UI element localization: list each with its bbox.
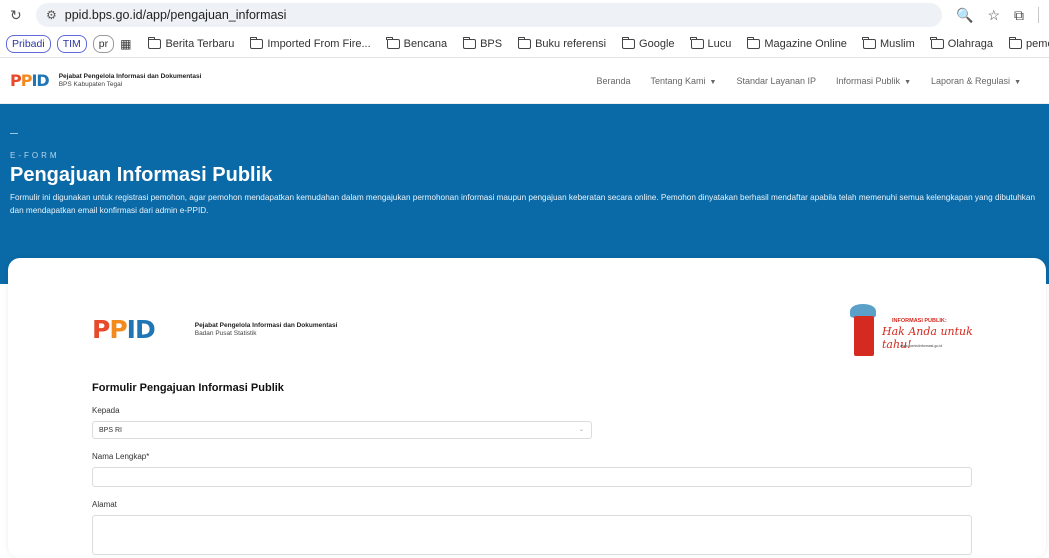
extensions-icon[interactable]: ⧉ [1014,7,1024,24]
bookmark-folder[interactable]: Magazine Online [742,36,852,50]
toolbar-divider [1038,7,1039,23]
kepada-value: BPS RI [99,426,122,434]
page-title: Pengajuan Informasi Publik [10,164,273,186]
folder-icon [621,36,636,49]
site-navbar: PPID Pejabat Pengelola Informasi dan Dok… [0,58,1049,104]
bookmark-folder[interactable]: Berita Terbaru [143,36,239,50]
folder-icon [862,36,876,49]
folder-icon [386,36,400,49]
reload-icon[interactable]: ↻ [10,7,28,24]
bookmark-chip-pribadi[interactable]: Pribadi [6,34,51,53]
apps-grid-icon[interactable]: ▦ [120,37,131,51]
informasi-publik-badge: INFORMASI PUBLIK: Hak Anda untuk tahu! w… [846,302,976,360]
site-logo[interactable]: PPID Pejabat Pengelola Informasi dan Dok… [10,71,201,90]
caret-down-icon: ▼ [709,78,717,86]
logo-line-2: BPS Kabupaten Tegal [58,81,123,88]
hero-banner: E-FORM Pengajuan Informasi Publik Formul… [0,104,1049,284]
caret-down-icon: ▼ [904,78,911,86]
caret-down-icon: ▼ [1014,78,1021,86]
logo-line-1: Pejabat Pengelola Informasi dan Dokument… [58,73,202,80]
bookmark-folder[interactable]: Buku referensi [513,36,611,50]
menu-informasi-publik[interactable]: Informasi Publik ▼ [836,76,911,86]
folder-icon [1008,36,1023,49]
bookmark-folder[interactable]: Google [617,36,679,50]
ppid-logo-mark: PPID [10,71,50,90]
ppid-logo-mark: PPID [92,315,156,344]
badge-title: INFORMASI PUBLIK: [892,318,947,324]
folder-icon [690,36,704,49]
form-section: Formulir Pengajuan Informasi Publik Kepa… [92,382,972,555]
bookmark-folder[interactable]: Bencana [382,36,452,50]
kepada-label: Kepada [92,406,120,415]
site-settings-icon[interactable]: ⚙ [46,8,57,22]
menu-beranda[interactable]: Beranda [596,76,630,86]
hero-dash [10,133,18,134]
form-card: PPID Pejabat Pengelola Informasi dan Dok… [8,258,1046,558]
menu-standar-layanan[interactable]: Standar Layanan IP [736,76,816,86]
card-logo: PPID Pejabat Pengelola Informasi dan Dok… [92,315,337,344]
bookmarks-bar: Pribadi TIM pr ▦ Berita Terbaru Imported… [0,30,1049,58]
alamat-textarea[interactable] [92,515,972,555]
folder-icon [517,36,532,49]
hero-description: Formulir ini digunakan untuk registrasi … [10,193,1036,215]
star-icon[interactable]: ☆ [987,7,1000,24]
bookmark-folder[interactable]: Muslim [858,36,920,50]
kepada-select[interactable]: BPS RI ⌄ [92,421,592,439]
bookmark-chip-tim[interactable]: TIM [56,34,87,53]
zoom-icon[interactable]: 🔍 [956,7,973,24]
url-field[interactable]: ⚙ ppid.bps.go.id/app/pengajuan_informasi [36,3,942,27]
badge-url: www.komisiinformasi.go.id [900,344,943,348]
menu-tentang-kami[interactable]: Tentang Kami ▼ [650,76,716,86]
hero-eyebrow: E-FORM [10,151,60,160]
browser-address-bar: ↻ ⚙ ppid.bps.go.id/app/pengajuan_informa… [0,0,1049,30]
nama-lengkap-input[interactable] [92,467,972,487]
bookmark-folder[interactable]: Imported From Fire... [245,36,375,50]
bookmark-folder[interactable]: Olahraga [926,36,998,50]
folder-icon [147,36,162,49]
folder-icon [462,36,477,49]
folder-icon [746,36,761,49]
nama-lengkap-label: Nama Lengkap* [92,452,150,461]
url-text: ppid.bps.go.id/app/pengajuan_informasi [64,8,287,22]
menu-laporan-regulasi[interactable]: Laporan & Regulasi ▼ [931,76,1021,86]
main-menu: Beranda Tentang Kami ▼ Standar Layanan IP… [596,76,1039,86]
bookmark-folder[interactable]: Lucu [686,36,737,50]
card-logo-line-1: Pejabat Pengelola Informasi dan Dokument… [194,322,338,329]
card-logo-line-2: Badan Pusat Statistik [194,330,257,337]
folder-icon [249,36,264,49]
chevron-down-icon: ⌄ [578,427,584,433]
bookmark-chip-pr[interactable]: pr [92,34,115,53]
folder-icon [930,36,944,49]
bookmark-folder[interactable]: BPS [458,36,507,50]
megaphone-icon [854,316,874,356]
alamat-label: Alamat [92,500,117,509]
form-title: Formulir Pengajuan Informasi Publik [92,382,284,394]
bookmark-folder[interactable]: pemerintah [1004,36,1049,50]
